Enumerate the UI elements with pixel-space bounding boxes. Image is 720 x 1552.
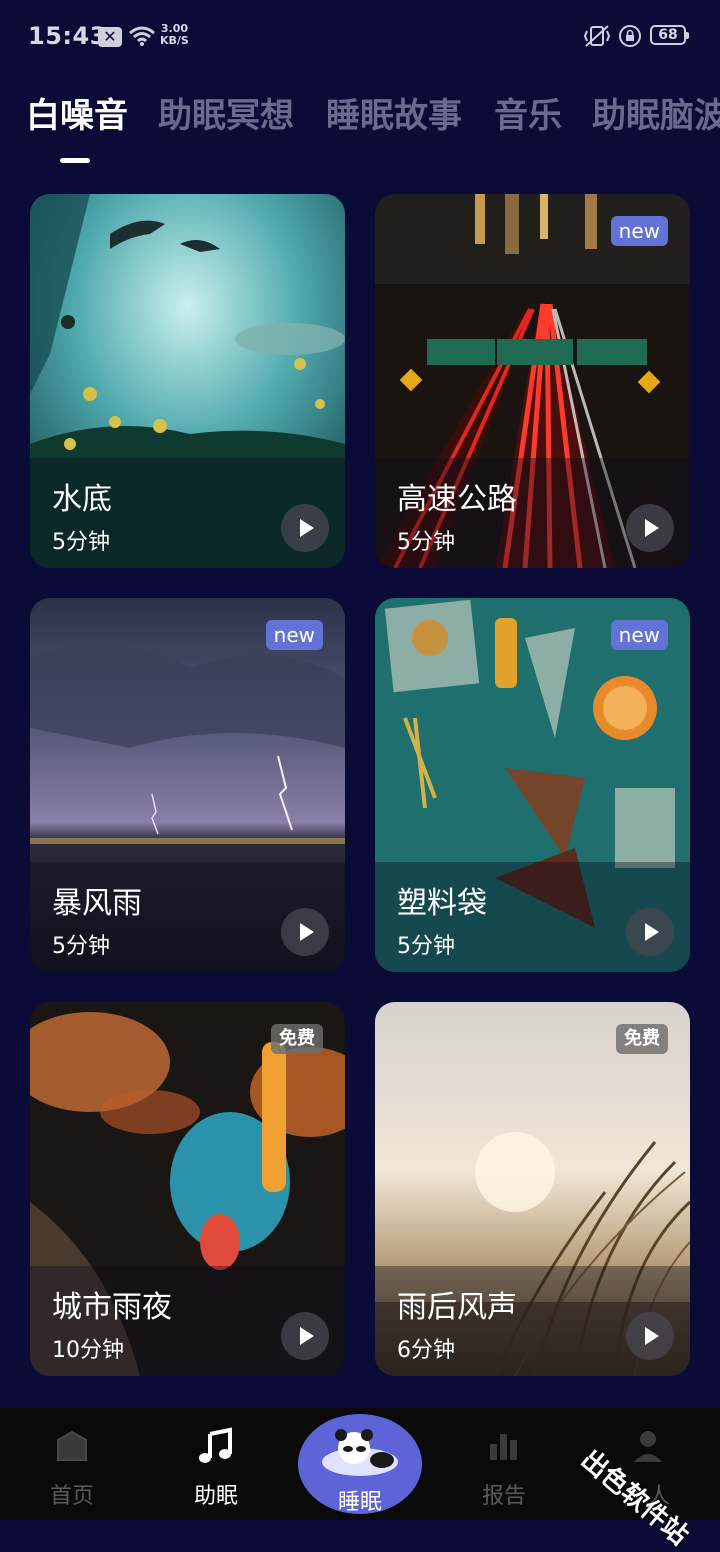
- play-button[interactable]: [626, 1312, 674, 1360]
- category-tabs: 白噪音 助眠冥想 睡眠故事 音乐 助眠脑波: [0, 88, 720, 148]
- badge-new: new: [610, 216, 668, 246]
- sound-card-plastic-bag[interactable]: new 塑料袋 5分钟: [375, 598, 690, 972]
- vibrate-icon: [583, 25, 611, 47]
- network-speed: 3.00 KB/S: [160, 22, 189, 47]
- tab-meditation[interactable]: 助眠冥想: [158, 88, 294, 137]
- clock: 15:43: [28, 22, 107, 50]
- card-duration: 5分钟: [397, 934, 455, 959]
- tab-sleep-stories[interactable]: 睡眠故事: [326, 88, 462, 137]
- home-icon: [57, 1430, 87, 1461]
- nav-sleep-aid-label: 助眠: [193, 1484, 238, 1509]
- badge-free: 免费: [616, 1024, 668, 1054]
- card-duration: 10分钟: [52, 1338, 124, 1363]
- nav-report-label: 报告: [481, 1484, 526, 1509]
- play-button[interactable]: [281, 908, 329, 956]
- card-title: 城市雨夜: [52, 1290, 172, 1325]
- bar-chart-icon: [490, 1434, 517, 1460]
- badge-new: new: [265, 620, 323, 650]
- sound-card-underwater[interactable]: 水底 5分钟: [30, 194, 345, 568]
- card-title: 暴风雨: [52, 886, 142, 921]
- card-title: 塑料袋: [397, 886, 487, 921]
- badge-free: 免费: [271, 1024, 323, 1054]
- battery-indicator: 68: [650, 25, 689, 45]
- badge-new: new: [610, 620, 668, 650]
- sound-card-city-rain-night[interactable]: 免费 城市雨夜 10分钟: [30, 1002, 345, 1376]
- nav-home-label: 首页: [49, 1484, 94, 1509]
- nav-home[interactable]: 首页: [0, 1408, 144, 1520]
- tab-music[interactable]: 音乐: [494, 88, 562, 137]
- nav-sleep-button[interactable]: 睡眠: [298, 1414, 422, 1515]
- tab-brainwave[interactable]: 助眠脑波: [592, 88, 720, 137]
- play-button[interactable]: [281, 1312, 329, 1360]
- card-duration: 5分钟: [52, 530, 110, 555]
- play-button[interactable]: [626, 908, 674, 956]
- sound-card-storm[interactable]: new 暴风雨 5分钟: [30, 598, 345, 972]
- notification-x-icon: ✕: [98, 27, 122, 47]
- person-icon: [634, 1431, 662, 1462]
- music-note-icon: [199, 1427, 232, 1463]
- nav-sleep-label: 睡眠: [337, 1490, 382, 1515]
- card-title: 水底: [52, 482, 112, 517]
- tab-white-noise[interactable]: 白噪音: [26, 88, 128, 137]
- play-button[interactable]: [626, 504, 674, 552]
- play-button[interactable]: [281, 504, 329, 552]
- sleeping-panda-icon: [322, 1429, 398, 1476]
- card-duration: 5分钟: [52, 934, 110, 959]
- lock-rotation-icon: [619, 25, 641, 47]
- sound-card-highway[interactable]: new 高速公路 5分钟: [375, 194, 690, 568]
- card-duration: 6分钟: [397, 1338, 455, 1363]
- card-duration: 5分钟: [397, 530, 455, 555]
- tab-indicator: [60, 158, 90, 163]
- status-bar: 15:43 ✕ 3.00 KB/S 68: [0, 0, 720, 72]
- card-title: 高速公路: [397, 482, 517, 517]
- sound-card-wind-after-rain[interactable]: 免费 雨后风声 6分钟: [375, 1002, 690, 1376]
- card-title: 雨后风声: [397, 1290, 517, 1325]
- nav-sleep-aid[interactable]: 助眠: [144, 1408, 288, 1520]
- wifi-icon: [129, 26, 155, 46]
- nav-report[interactable]: 报告: [432, 1408, 576, 1520]
